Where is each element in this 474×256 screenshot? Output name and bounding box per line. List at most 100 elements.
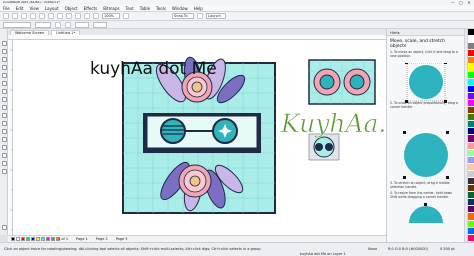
palette-swatch[interactable] (468, 177, 474, 186)
copy-icon[interactable] (48, 13, 54, 19)
eyedropper-tool-icon[interactable] (1, 153, 7, 158)
menu-object[interactable]: Object (65, 6, 78, 11)
cut-icon[interactable] (39, 13, 45, 19)
nudge-field[interactable] (93, 21, 107, 28)
add-tool-icon[interactable] (1, 225, 7, 230)
palette-swatch[interactable] (468, 199, 474, 207)
snap-to-dropdown[interactable]: Snap To (172, 13, 194, 19)
palette-swatch[interactable] (468, 170, 474, 178)
menu-layout[interactable]: Layout (45, 6, 59, 11)
palette-swatch[interactable] (468, 128, 474, 136)
palette-swatch[interactable] (468, 107, 474, 115)
save-icon[interactable] (21, 13, 27, 19)
connector-tool-icon[interactable] (1, 129, 7, 134)
page-tab-1[interactable]: Page 1 (76, 237, 88, 241)
palette-swatch[interactable] (468, 99, 474, 108)
palette-swatch[interactable] (468, 149, 474, 157)
palette-swatch[interactable] (468, 36, 474, 44)
palette-swatch[interactable] (468, 92, 474, 100)
print-icon[interactable] (30, 13, 36, 19)
menu-effects[interactable]: Effects (84, 6, 98, 11)
script-logo-watermark: KuyhAa.Me (280, 109, 386, 139)
palette-swatch[interactable] (468, 57, 474, 65)
options-gear-icon[interactable] (197, 13, 203, 19)
zoom-tool-icon[interactable] (1, 65, 7, 70)
page-size-field[interactable] (3, 21, 31, 28)
palette-swatch[interactable] (468, 185, 474, 193)
document-palette-swatch[interactable] (31, 237, 35, 241)
palette-swatch[interactable] (468, 43, 474, 51)
menu-text[interactable]: Text (126, 6, 134, 11)
drawing-canvas[interactable]: KuyhAa.Me kuyhAa dot Me (13, 40, 386, 235)
units-dropdown[interactable] (75, 21, 89, 28)
document-palette-swatch[interactable] (26, 237, 30, 241)
document-palette-swatch[interactable] (16, 237, 20, 241)
shape-tool-icon[interactable] (1, 49, 7, 54)
palette-swatch[interactable] (468, 206, 474, 214)
transparency-tool-icon[interactable] (1, 145, 7, 150)
text-tool-icon[interactable] (1, 113, 7, 118)
document-palette-swatch[interactable] (21, 237, 25, 241)
palette-swatch[interactable] (468, 78, 474, 86)
page-tab-3[interactable]: Page 3 (116, 237, 128, 241)
drop-shadow-tool-icon[interactable] (1, 137, 7, 142)
parallel-dimension-tool-icon[interactable] (1, 121, 7, 126)
palette-swatch[interactable] (468, 64, 474, 72)
palette-swatch[interactable] (468, 156, 474, 164)
page-tab-2[interactable]: Page 2 (96, 237, 108, 241)
full-screen-icon[interactable] (123, 13, 129, 19)
standard-toolbar: 100% Snap To Launch (0, 12, 474, 21)
menu-bitmaps[interactable]: Bitmaps (103, 6, 119, 11)
rectangle-tool-icon[interactable] (1, 89, 7, 94)
polygon-tool-icon[interactable] (1, 105, 7, 110)
palette-swatch[interactable] (468, 85, 474, 93)
main-artwork (122, 56, 276, 214)
status-color-info: R:0 G:0 B:0 (#000000) (388, 247, 429, 251)
artistic-media-tool-icon[interactable] (1, 81, 7, 86)
palette-swatch[interactable] (468, 213, 474, 221)
document-palette-swatch[interactable] (51, 237, 55, 241)
palette-swatch[interactable] (468, 220, 474, 228)
palette-swatch[interactable] (468, 227, 474, 235)
ellipse-tool-icon[interactable] (1, 97, 7, 102)
menu-help[interactable]: Help (194, 6, 203, 11)
palette-swatch[interactable] (468, 114, 474, 122)
import-icon[interactable] (84, 13, 90, 19)
palette-swatch[interactable] (468, 142, 474, 150)
portrait-icon[interactable] (55, 21, 61, 28)
menu-tools[interactable]: Tools (156, 6, 166, 11)
document-palette-swatch[interactable] (46, 237, 50, 241)
menu-view[interactable]: View (29, 6, 39, 11)
page-width-field[interactable] (35, 21, 51, 28)
palette-swatch[interactable] (468, 192, 474, 200)
document-palette-swatch[interactable] (11, 237, 15, 241)
menu-edit[interactable]: Edit (16, 6, 24, 11)
paste-icon[interactable] (57, 13, 63, 19)
palette-swatch[interactable] (468, 121, 474, 129)
undo-icon[interactable] (66, 13, 72, 19)
palette-swatch[interactable] (468, 71, 474, 79)
zoom-level-field[interactable]: 100% (102, 13, 120, 19)
landscape-icon[interactable] (65, 21, 71, 28)
palette-swatch[interactable] (468, 29, 474, 37)
pick-tool-icon[interactable] (1, 41, 7, 46)
smart-fill-tool-icon[interactable] (1, 169, 7, 174)
freehand-tool-icon[interactable] (1, 73, 7, 78)
interactive-fill-tool-icon[interactable] (1, 161, 7, 166)
palette-swatch[interactable] (468, 234, 474, 242)
export-icon[interactable] (93, 13, 99, 19)
launch-dropdown[interactable]: Launch (206, 13, 226, 19)
redo-icon[interactable] (75, 13, 81, 19)
menu-file[interactable]: File (3, 6, 10, 11)
palette-swatch[interactable] (468, 50, 474, 58)
new-document-icon[interactable] (3, 13, 9, 19)
crop-tool-icon[interactable] (1, 57, 7, 62)
palette-swatch[interactable] (468, 135, 474, 143)
menu-table[interactable]: Table (140, 6, 150, 11)
open-icon[interactable] (12, 13, 18, 19)
document-palette-swatch[interactable] (41, 237, 45, 241)
color-palette[interactable] (467, 29, 474, 242)
menu-window[interactable]: Window (172, 6, 188, 11)
palette-swatch[interactable] (468, 163, 474, 171)
document-palette-swatch[interactable] (36, 237, 40, 241)
